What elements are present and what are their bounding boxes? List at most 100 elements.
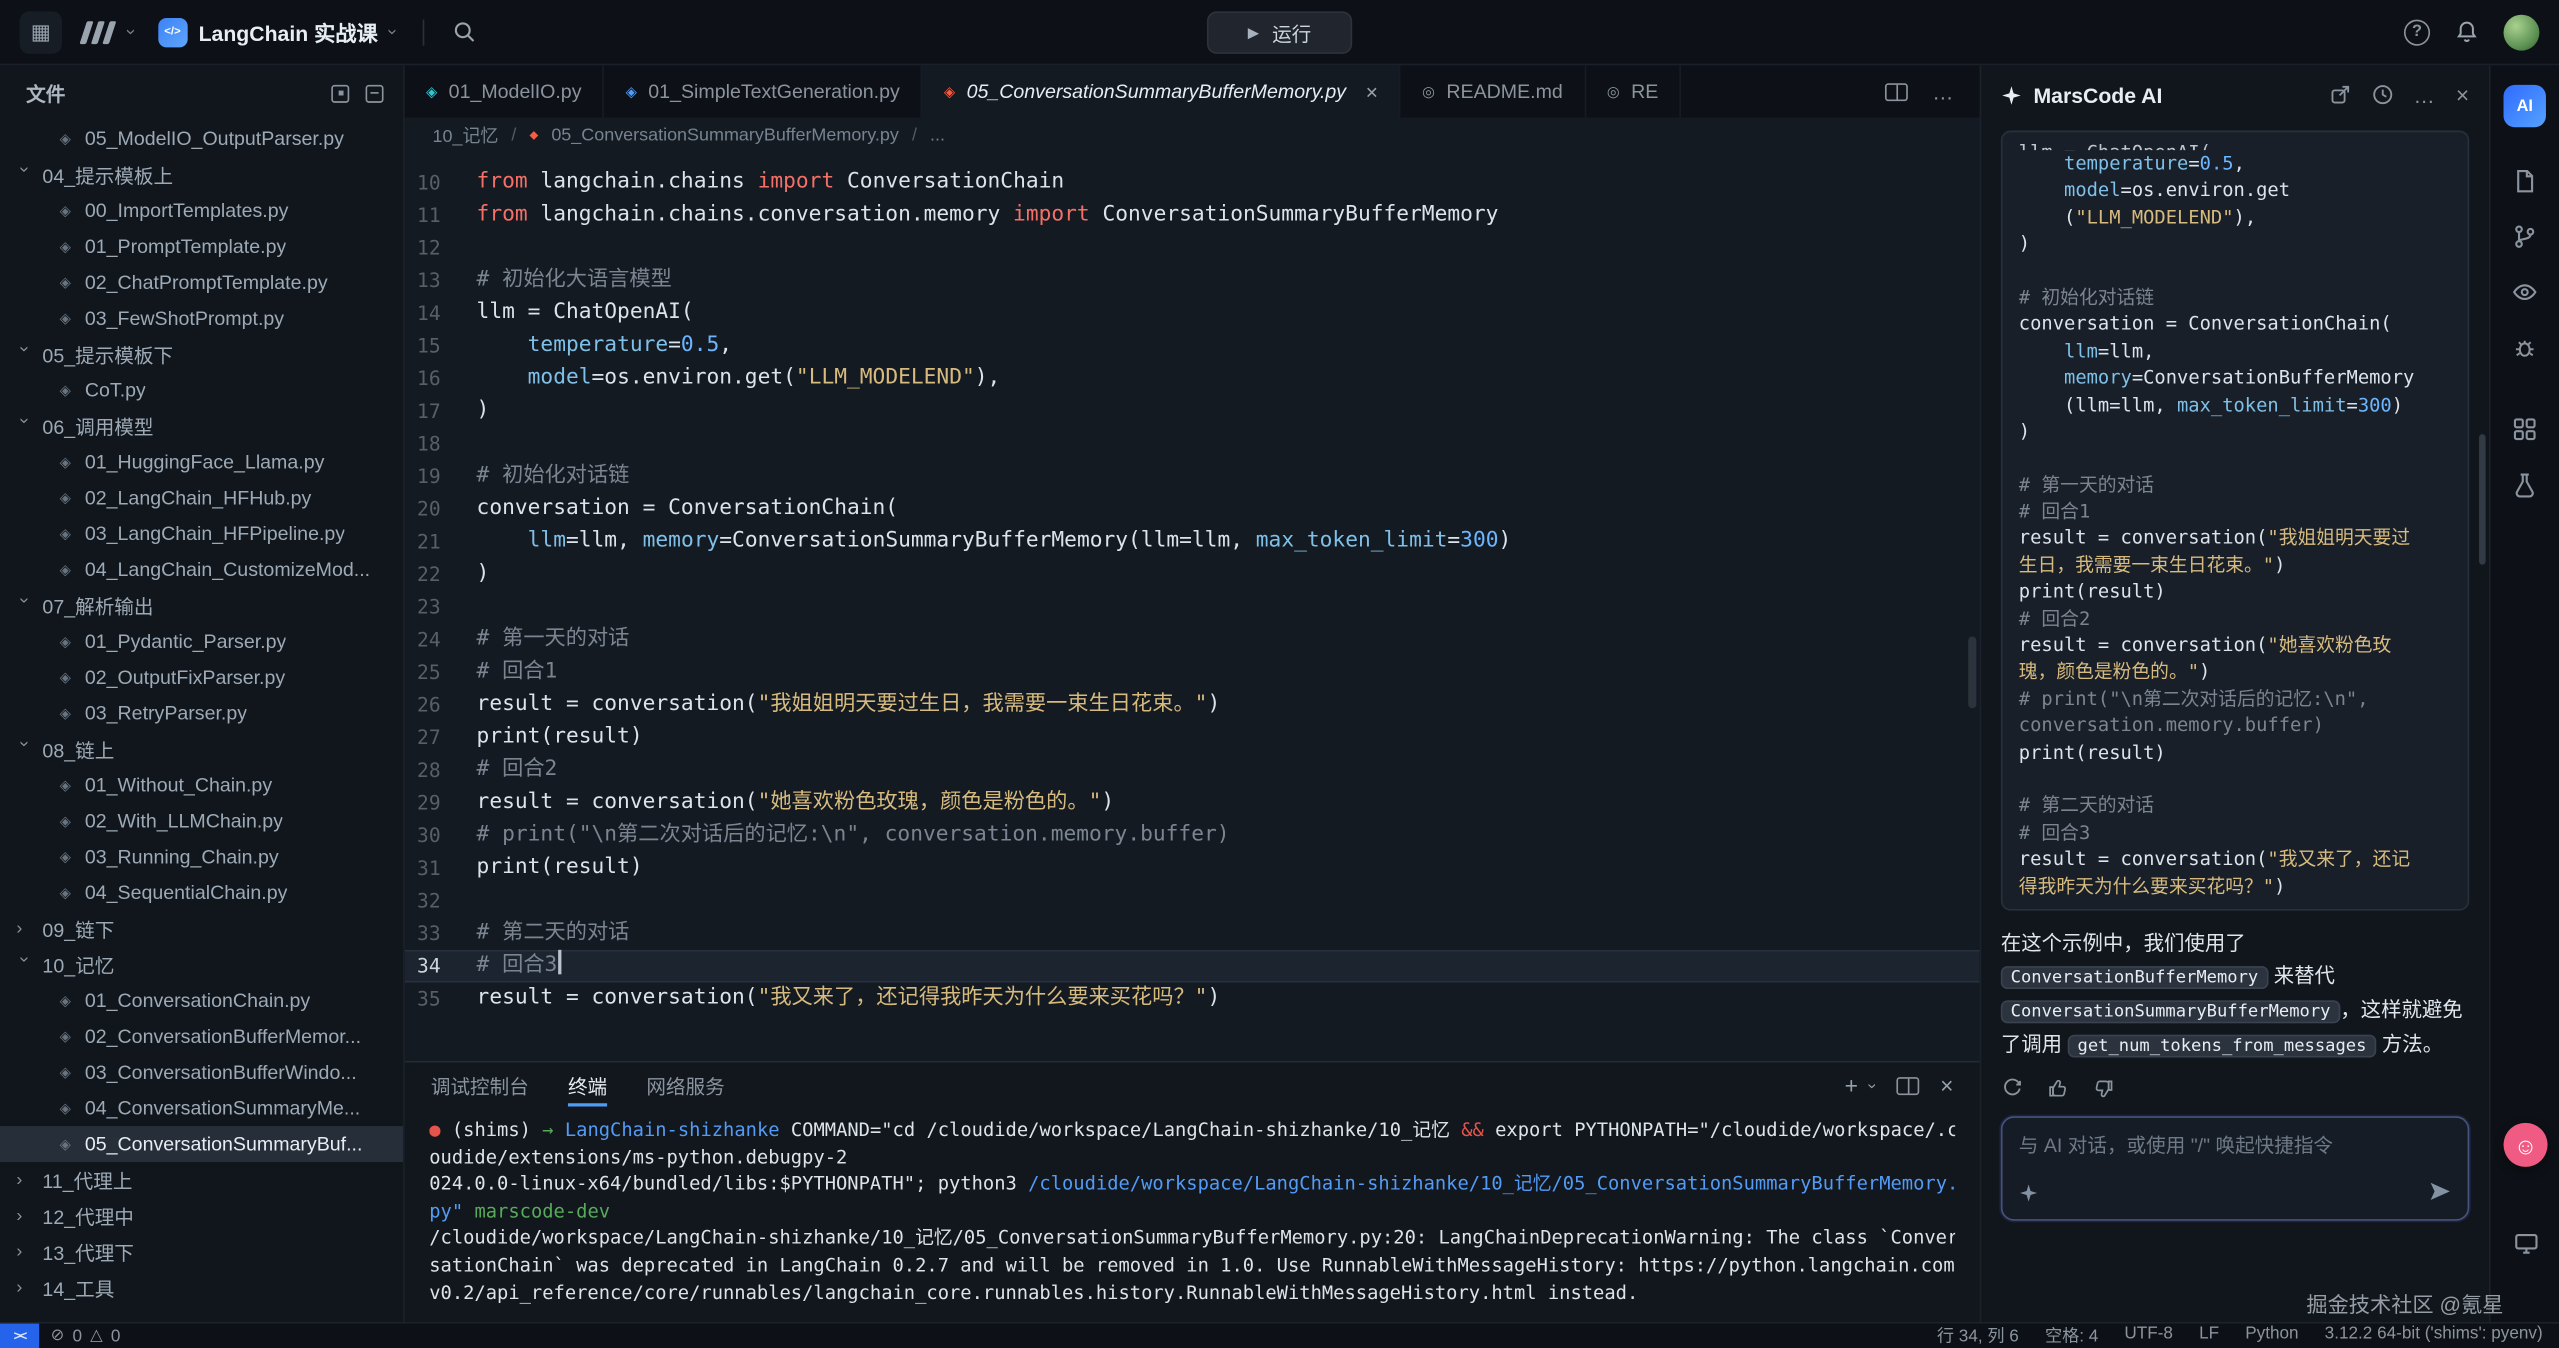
code-line[interactable]: 15 temperature=0.5, <box>405 330 1980 363</box>
close-panel-icon[interactable]: × <box>1940 1072 1953 1098</box>
code-line[interactable]: 14llm = ChatOpenAI( <box>405 297 1980 330</box>
tree-file-item[interactable]: ◈03_RetryParser.py <box>0 695 403 731</box>
notifications-button[interactable] <box>2455 20 2479 44</box>
support-bubble[interactable]: ☺ <box>2504 1123 2548 1167</box>
code-line[interactable]: 29result = conversation("她喜欢粉色玫瑰，颜色是粉色的。… <box>405 787 1980 820</box>
tree-folder-item[interactable]: ›13_代理下 <box>0 1234 403 1270</box>
remote-display-button[interactable] <box>2490 1231 2559 1257</box>
more-actions-icon[interactable]: … <box>1932 79 1955 103</box>
tree-folder-item[interactable]: ›05_提示模板下 <box>0 336 403 372</box>
help-icon[interactable]: ? <box>2404 19 2430 45</box>
history-icon[interactable] <box>2371 83 2394 106</box>
code-line[interactable]: 31print(result) <box>405 852 1980 885</box>
tree-file-item[interactable]: ◈04_SequentialChain.py <box>0 875 403 911</box>
code-line[interactable]: 13# 初始化大语言模型 <box>405 264 1980 297</box>
panel-tab[interactable]: 网络服务 <box>646 1062 724 1108</box>
collapse-folders-icon[interactable] <box>366 84 384 102</box>
breadcrumb-folder[interactable]: 10_记忆 <box>432 122 498 148</box>
tree-folder-item[interactable]: ›10_记忆 <box>0 947 403 983</box>
close-ai-panel-icon[interactable]: × <box>2456 82 2469 108</box>
extensions-button[interactable] <box>2495 401 2554 456</box>
code-line[interactable]: 26result = conversation("我姐姐明天要过生日，我需要一束… <box>405 689 1980 722</box>
code-line[interactable]: 21 llm=llm, memory=ConversationSummaryBu… <box>405 526 1980 559</box>
code-line[interactable]: 33# 第二天的对话 <box>405 917 1980 950</box>
tree-file-item[interactable]: ◈01_HuggingFace_Llama.py <box>0 444 403 480</box>
source-control-button[interactable] <box>2495 209 2554 264</box>
tree-folder-item[interactable]: ›11_代理上 <box>0 1162 403 1198</box>
tree-file-item[interactable]: ◈04_ConversationSummaryMe... <box>0 1090 403 1126</box>
tree-folder-item[interactable]: ›06_调用模型 <box>0 408 403 444</box>
code-line[interactable]: 19# 初始化对话链 <box>405 460 1980 493</box>
reveal-file-icon[interactable] <box>331 84 349 102</box>
ai-prompt-textarea[interactable] <box>2019 1131 2451 1183</box>
tree-file-item[interactable]: ◈05_ModelIO_OutputParser.py <box>0 121 403 157</box>
editor-tab[interactable]: ◎RE <box>1586 65 1682 117</box>
tree-folder-item[interactable]: ›04_提示模板上 <box>0 157 403 193</box>
tree-file-item[interactable]: ◈01_ConversationChain.py <box>0 982 403 1018</box>
code-line[interactable]: 16 model=os.environ.get("LLM_MODELEND"), <box>405 362 1980 395</box>
close-tab-icon[interactable]: × <box>1366 79 1378 103</box>
status-item[interactable]: UTF-8 <box>2124 1324 2173 1348</box>
ai-more-icon[interactable]: … <box>2413 82 2436 106</box>
tree-file-item[interactable]: ◈03_LangChain_HFPipeline.py <box>0 516 403 552</box>
new-terminal-icon[interactable]: + <box>1845 1072 1858 1098</box>
chevron-down-icon[interactable]: › <box>121 29 139 35</box>
tree-folder-item[interactable]: ›07_解析输出 <box>0 588 403 624</box>
menu-button[interactable]: ▦ <box>20 11 62 53</box>
tree-folder-item[interactable]: ›12_代理中 <box>0 1198 403 1234</box>
tree-folder-item[interactable]: ›14_工具 <box>0 1270 403 1306</box>
ai-assistant-button[interactable]: AI <box>2504 85 2546 127</box>
code-line[interactable]: 24# 第一天的对话 <box>405 623 1980 656</box>
terminal-output[interactable]: ● (shims) → LangChain-shizhanke COMMAND=… <box>405 1108 1980 1322</box>
status-item[interactable]: LF <box>2199 1324 2219 1348</box>
code-line[interactable]: 30# print("\n第二次对话后的记忆:\n", conversation… <box>405 819 1980 852</box>
breadcrumb-symbol[interactable]: ... <box>930 126 945 146</box>
tree-file-item[interactable]: ◈03_Running_Chain.py <box>0 839 403 875</box>
marscode-logo[interactable] <box>83 20 112 43</box>
status-item[interactable]: 行 34, 列 6 <box>1937 1324 2019 1348</box>
editor-tab[interactable]: ◈01_SimpleTextGeneration.py <box>604 65 922 117</box>
panel-tab[interactable]: 终端 <box>568 1062 607 1108</box>
code-line[interactable]: 11from langchain.chains.conversation.mem… <box>405 199 1980 232</box>
workspace-switcher[interactable]: </> LangChain 实战课 › <box>158 16 395 47</box>
editor-tab[interactable]: ◈01_ModelIO.py <box>405 65 605 117</box>
export-chat-icon[interactable] <box>2329 83 2352 106</box>
ai-chat-input[interactable] <box>2001 1116 2469 1220</box>
editor-tab[interactable]: ◈05_ConversationSummaryBufferMemory.py× <box>923 65 1401 117</box>
split-terminal-icon[interactable] <box>1896 1076 1919 1094</box>
test-button[interactable] <box>2495 457 2554 512</box>
code-line[interactable]: 32 <box>405 885 1980 918</box>
tree-file-item[interactable]: ◈01_PromptTemplate.py <box>0 228 403 264</box>
debug-button[interactable] <box>2495 320 2554 375</box>
ai-code-block[interactable]: llm = ChatOpenAI( temperature=0.5, model… <box>2001 131 2469 911</box>
code-line[interactable]: 10from langchain.chains import Conversat… <box>405 166 1980 199</box>
tree-folder-item[interactable]: ›08_链上 <box>0 731 403 767</box>
code-line[interactable]: 28# 回合2 <box>405 754 1980 787</box>
panel-tab[interactable]: 调试控制台 <box>431 1062 529 1108</box>
tree-file-item[interactable]: ◈01_Without_Chain.py <box>0 767 403 803</box>
code-line[interactable]: 27print(result) <box>405 721 1980 754</box>
tree-file-item[interactable]: ◈04_LangChain_CustomizeMod... <box>0 552 403 588</box>
code-line[interactable]: 34# 回合3 <box>405 950 1980 983</box>
code-line[interactable]: 25# 回合1 <box>405 656 1980 689</box>
avatar[interactable] <box>2504 14 2540 50</box>
thumbs-up-icon[interactable] <box>2047 1077 2070 1100</box>
code-line[interactable]: 35result = conversation("我又来了，还记得我昨天为什么要… <box>405 982 1980 1015</box>
tree-file-item[interactable]: ◈CoT.py <box>0 372 403 408</box>
document-button[interactable] <box>2495 153 2554 208</box>
tree-file-item[interactable]: ◈02_ChatPromptTemplate.py <box>0 264 403 300</box>
status-item[interactable]: 空格: 4 <box>2045 1324 2098 1348</box>
status-item[interactable]: 3.12.2 64-bit ('shims': pyenv) <box>2325 1324 2543 1348</box>
tree-file-item[interactable]: ◈02_With_LLMChain.py <box>0 803 403 839</box>
code-editor[interactable]: 10from langchain.chains import Conversat… <box>405 153 1980 1060</box>
tree-file-item[interactable]: ◈03_ConversationBufferWindo... <box>0 1054 403 1090</box>
tree-file-item[interactable]: ◈03_FewShotPrompt.py <box>0 300 403 336</box>
split-editor-icon[interactable] <box>1885 82 1908 100</box>
preview-button[interactable] <box>2495 264 2554 319</box>
commands-sparkle-icon[interactable] <box>2019 1183 2039 1207</box>
remote-indicator[interactable]: >< <box>0 1324 39 1348</box>
chevron-down-icon[interactable]: › <box>1863 1083 1881 1088</box>
thumbs-down-icon[interactable] <box>2092 1077 2115 1100</box>
search-button[interactable] <box>452 20 476 44</box>
tree-file-item[interactable]: ◈01_Pydantic_Parser.py <box>0 623 403 659</box>
